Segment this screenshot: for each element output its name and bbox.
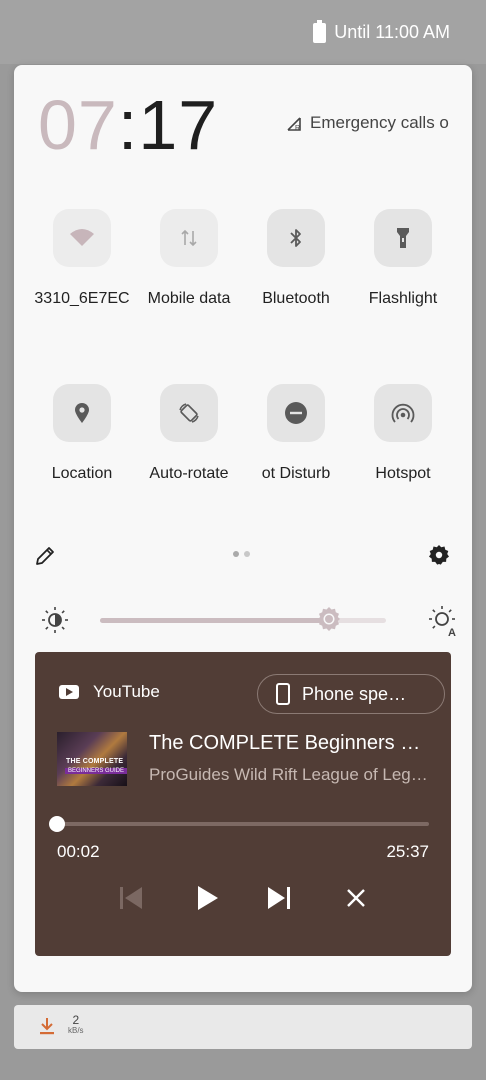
tile-auto-rotate[interactable]: Auto-rotate — [137, 384, 241, 483]
clock-minutes: 17 — [138, 86, 219, 164]
media-artist: ProGuides Wild Rift League of Legends — [149, 765, 431, 784]
play-button[interactable] — [193, 884, 221, 917]
emergency-calls-text: Emergency calls o — [310, 113, 449, 132]
status-bar: Until 11:00 AM — [0, 0, 486, 64]
auto-brightness-button[interactable]: A — [428, 605, 460, 642]
tile-location[interactable]: Location — [30, 384, 134, 483]
network-speed-unit: kB/s — [68, 1026, 84, 1035]
download-icon — [40, 1018, 54, 1035]
battery-text: Until 11:00 AM — [334, 22, 450, 42]
tile-flashlight[interactable]: Flashlight — [351, 209, 455, 308]
notification-bar[interactable]: 2 kB/s — [14, 1005, 472, 1049]
page-indicator — [233, 551, 250, 557]
output-device-chip[interactable]: Phone spe… — [257, 674, 445, 714]
pencil-icon — [36, 547, 54, 565]
skip-next-icon — [268, 887, 290, 909]
brightness-slider[interactable] — [100, 607, 386, 631]
tile-do-not-disturb-label: ot Disturb — [261, 465, 331, 482]
svg-text:R: R — [295, 125, 300, 132]
tile-flashlight-button[interactable] — [374, 209, 432, 267]
network-speed: 2 kB/s — [68, 1014, 84, 1035]
tile-wifi-label: 3310_6E7EC — [34, 290, 130, 307]
brightness-thumb-icon — [317, 607, 340, 631]
tile-flashlight-label: Flashlight — [368, 290, 438, 307]
location-icon — [75, 403, 89, 423]
gear-icon — [429, 545, 449, 565]
media-thumbnail: THE COMPLETE BEGINNERS GUIDE — [57, 732, 127, 786]
clock-hours: 07 — [38, 86, 118, 164]
page-dot-2 — [244, 551, 250, 557]
battery-status: Until 11:00 AM — [313, 19, 450, 43]
media-seek-thumb[interactable] — [49, 816, 66, 832]
clock-separator: : — [117, 86, 139, 164]
svg-text:A: A — [448, 627, 456, 637]
phone-icon — [276, 683, 290, 705]
tile-hotspot-label: Hotspot — [375, 465, 431, 482]
brightness-low-button[interactable] — [40, 605, 70, 640]
battery-icon — [313, 19, 327, 43]
tile-bluetooth-label: Bluetooth — [262, 290, 330, 307]
tile-bluetooth-button[interactable] — [267, 209, 325, 267]
tile-hotspot-button[interactable] — [374, 384, 432, 442]
play-icon — [198, 886, 218, 910]
auto-brightness-icon: A — [429, 606, 456, 639]
youtube-icon — [59, 685, 79, 699]
brightness-control: A — [40, 603, 460, 639]
clock[interactable]: 07:17 — [38, 85, 218, 165]
wifi-icon — [70, 229, 94, 246]
flashlight-icon — [397, 228, 409, 248]
skip-previous-icon — [120, 887, 142, 909]
tile-mobile-data-label: Mobile data — [147, 290, 231, 307]
media-seek-bar[interactable] — [49, 816, 429, 832]
thumbnail-subtitle-text: BEGINNERS GUIDE — [65, 768, 127, 774]
tile-hotspot[interactable]: Hotspot — [351, 384, 455, 483]
media-current-time: 00:02 — [57, 842, 100, 861]
dismiss-media-button[interactable] — [343, 884, 369, 917]
previous-button[interactable] — [117, 884, 145, 917]
mobile-data-icon — [181, 229, 197, 247]
tile-wifi-button[interactable] — [53, 209, 111, 267]
media-player-card[interactable]: YouTube Phone spe… THE COMPLETE BEGINNER… — [35, 652, 451, 956]
tile-auto-rotate-label: Auto-rotate — [149, 465, 229, 482]
next-button[interactable] — [265, 884, 293, 917]
tile-do-not-disturb[interactable]: ot Disturb — [244, 384, 348, 483]
network-speed-value: 2 — [72, 1013, 80, 1027]
output-device-label: Phone spe… — [302, 683, 407, 704]
brightness-thumb[interactable] — [316, 606, 342, 632]
media-title: The COMPLETE Beginners Guide to Wild Rif… — [149, 732, 429, 754]
tile-wifi[interactable]: 3310_6E7EC — [30, 209, 134, 308]
tile-location-button[interactable] — [53, 384, 111, 442]
brightness-fill — [100, 618, 329, 623]
no-sim-signal-icon: R — [287, 117, 301, 132]
tile-bluetooth[interactable]: Bluetooth — [244, 209, 348, 308]
page-dot-1 — [233, 551, 239, 557]
edit-tiles-button[interactable] — [34, 545, 56, 572]
brightness-low-icon — [42, 607, 68, 633]
media-app-header: YouTube — [59, 682, 160, 702]
hotspot-icon — [391, 403, 415, 423]
tile-do-not-disturb-button[interactable] — [267, 384, 325, 442]
quick-settings-panel: 07:17 R Emergency calls o 3310_6E7EC Mob… — [14, 65, 472, 992]
do-not-disturb-icon — [285, 402, 307, 424]
media-app-name: YouTube — [93, 682, 160, 701]
emergency-calls-status: R Emergency calls o — [286, 113, 472, 133]
media-total-time: 25:37 — [386, 842, 429, 861]
tile-location-label: Location — [51, 465, 113, 482]
tile-auto-rotate-button[interactable] — [160, 384, 218, 442]
tile-mobile-data-button[interactable] — [160, 209, 218, 267]
auto-rotate-icon — [179, 403, 199, 423]
close-icon — [347, 889, 365, 907]
tile-mobile-data[interactable]: Mobile data — [137, 209, 241, 308]
bluetooth-icon — [290, 229, 301, 247]
settings-button[interactable] — [427, 543, 451, 572]
thumbnail-title-text: THE COMPLETE — [66, 758, 124, 765]
